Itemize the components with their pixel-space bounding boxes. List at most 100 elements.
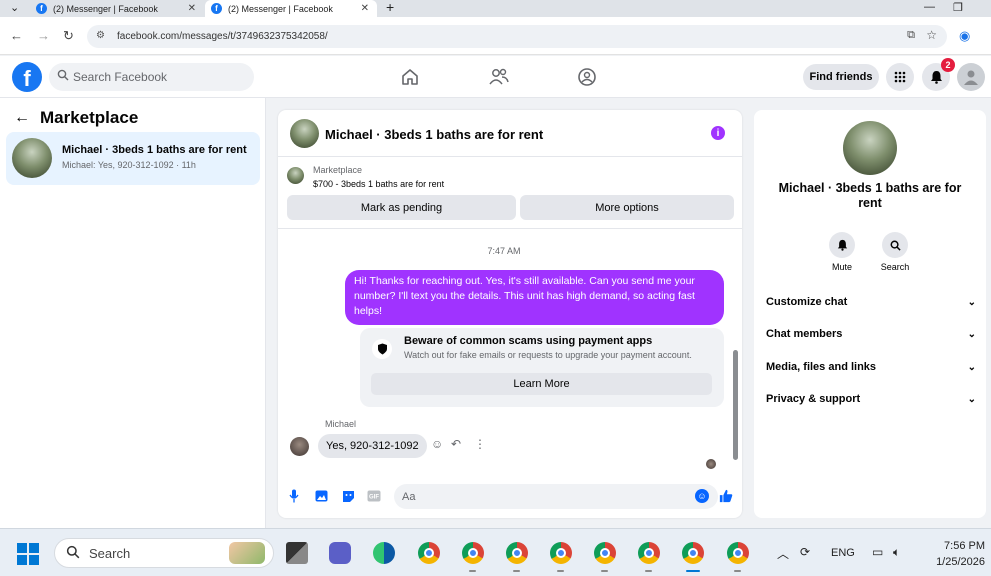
chat-scrollbar[interactable] — [733, 350, 738, 460]
facebook-logo[interactable]: f — [12, 62, 42, 92]
search-facebook-input[interactable]: Search Facebook — [49, 63, 254, 91]
facebook-logo-letter: f — [23, 66, 31, 91]
more-options-button[interactable]: More options — [520, 195, 734, 220]
message-input-placeholder: Aa — [402, 490, 416, 503]
close-tab-icon[interactable]: ✕ — [361, 3, 369, 14]
customize-chat-row[interactable]: Customize chat ⌄ — [766, 296, 976, 308]
section-label: Chat members — [766, 328, 843, 340]
chrome-profile-icon[interactable] — [550, 542, 572, 564]
chat-details-panel: Michael · 3beds 1 baths are for rent Mut… — [754, 110, 986, 518]
reply-icon[interactable]: ↶ — [451, 437, 461, 451]
search-in-chat-button[interactable]: Search — [870, 232, 920, 272]
browser-tab-2[interactable]: f (2) Messenger | Facebook ✕ — [205, 0, 377, 17]
forward-arrow-icon[interactable]: → — [37, 28, 50, 43]
chrome-profile-icon[interactable] — [638, 542, 660, 564]
input-language[interactable]: ENG — [831, 547, 855, 559]
message-thread[interactable]: 7:47 AM Hi! Thanks for reaching out. Yes… — [278, 228, 742, 474]
chrome-profile-icon[interactable] — [727, 542, 749, 564]
conversation-list-item[interactable]: Michael · 3beds 1 baths are for rent Mic… — [6, 132, 260, 185]
browser-tab-1[interactable]: f (2) Messenger | Facebook ✕ — [30, 0, 204, 17]
listing-thumbnail-small[interactable] — [287, 167, 304, 184]
marketplace-chats-panel: ← Marketplace Michael · 3beds 1 baths ar… — [0, 98, 266, 528]
react-emoji-icon[interactable]: ☺ — [431, 437, 443, 451]
restore-icon[interactable]: ❐ — [953, 1, 963, 14]
menu-grid-icon[interactable] — [886, 63, 914, 91]
bell-icon — [829, 232, 855, 258]
task-view-icon[interactable] — [286, 542, 308, 564]
section-label: Customize chat — [766, 296, 848, 308]
scam-warning-subtitle: Watch out for fake emails or requests to… — [404, 350, 692, 360]
url-field[interactable]: ⚙ facebook.com/messages/t/37496323753420… — [87, 25, 947, 48]
chrome-profile-icon[interactable] — [462, 542, 484, 564]
emoji-icon[interactable]: ☺ — [695, 489, 709, 503]
taskbar-search-box[interactable]: Search — [54, 538, 274, 568]
groups-icon[interactable] — [575, 65, 599, 89]
bookmark-star-icon[interactable]: ☆ — [926, 28, 937, 42]
search-placeholder: Search Facebook — [73, 70, 168, 84]
chrome-profile-icon[interactable] — [594, 542, 616, 564]
new-tab-icon[interactable]: + — [386, 0, 394, 15]
listing-thumbnail — [12, 138, 52, 178]
find-friends-button[interactable]: Find friends — [803, 64, 879, 90]
install-app-icon[interactable]: ⧉ — [907, 29, 915, 42]
tab-list-chevron-icon[interactable]: ⌄ — [10, 1, 19, 14]
microphone-icon[interactable] — [287, 489, 301, 503]
sender-name: Michael — [325, 419, 357, 429]
info-icon[interactable]: i — [711, 126, 725, 140]
thumbs-up-icon[interactable] — [719, 489, 733, 503]
sync-icon[interactable]: ⟳ — [800, 545, 810, 559]
learn-more-button[interactable]: Learn More — [371, 373, 712, 395]
close-tab-icon[interactable]: ✕ — [188, 3, 196, 14]
facebook-header: f Search Facebook Find friends 2 — [0, 56, 991, 98]
search-icon — [66, 545, 80, 562]
scam-warning-card: Beware of common scams using payment app… — [360, 328, 724, 407]
outgoing-message-bubble[interactable]: Hi! Thanks for reaching out. Yes, it's s… — [345, 270, 724, 325]
incoming-message-bubble[interactable]: Yes, 920-312-1092 — [318, 434, 427, 458]
reload-icon[interactable]: ↻ — [63, 28, 74, 44]
scam-warning-title: Beware of common scams using payment app… — [404, 335, 653, 347]
chrome-profile-icon[interactable] — [506, 542, 528, 564]
svg-text:GIF: GIF — [369, 495, 379, 501]
minimize-icon[interactable]: — — [924, 1, 935, 13]
tray-overflow-chevron-icon[interactable]: ︿ — [777, 545, 789, 562]
media-files-links-row[interactable]: Media, files and links ⌄ — [766, 361, 976, 373]
chat-members-row[interactable]: Chat members ⌄ — [766, 328, 976, 340]
profile-icon[interactable]: ◉ — [959, 28, 970, 44]
section-label: Media, files and links — [766, 361, 877, 373]
listing-thumbnail[interactable] — [290, 119, 319, 148]
chat-title[interactable]: Michael · 3beds 1 baths are for rent — [325, 127, 543, 142]
listing-photo[interactable] — [843, 121, 897, 175]
site-info-icon[interactable]: ⚙ — [96, 30, 105, 41]
mark-as-pending-button[interactable]: Mark as pending — [287, 195, 516, 220]
chat-panel: Michael · 3beds 1 baths are for rent i M… — [278, 110, 742, 518]
browser-tab-strip: ⌄ f (2) Messenger | Facebook ✕ f (2) Mes… — [0, 0, 991, 17]
listing-price-title[interactable]: $700 - 3beds 1 baths are for rent — [313, 179, 444, 189]
network-icon[interactable]: ▭ — [872, 545, 883, 559]
home-icon[interactable] — [398, 65, 422, 89]
teams-meet-icon[interactable] — [329, 542, 351, 564]
back-arrow-icon[interactable]: ← — [10, 28, 23, 43]
search-label: Search — [880, 262, 910, 272]
sticker-icon[interactable] — [341, 489, 355, 503]
search-highlight-icon — [229, 542, 265, 564]
message-input[interactable]: Aa ☺ — [394, 484, 718, 509]
windows-taskbar: Search ︿ ⟳ ENG ▭ 🔈︎ 7:56 PM 1/25/2026 — [0, 528, 991, 576]
system-clock[interactable]: 7:56 PM 1/25/2026 — [919, 538, 985, 570]
chrome-profile-icon-active[interactable] — [682, 542, 704, 564]
friends-icon[interactable] — [487, 65, 511, 89]
chrome-icon[interactable] — [418, 542, 440, 564]
gif-icon[interactable]: GIF — [367, 489, 381, 503]
seen-receipt-avatar — [706, 459, 716, 469]
sender-avatar[interactable] — [290, 437, 309, 456]
privacy-support-row[interactable]: Privacy & support ⌄ — [766, 393, 976, 405]
back-arrow-icon[interactable]: ← — [14, 109, 30, 127]
photo-icon[interactable] — [314, 489, 328, 503]
windows-start-icon[interactable] — [17, 543, 39, 565]
panel-title: ← Marketplace — [14, 108, 138, 128]
more-actions-icon[interactable]: ⋮ — [474, 437, 486, 451]
edge-icon[interactable] — [373, 542, 395, 564]
account-avatar[interactable] — [957, 63, 985, 91]
volume-icon[interactable]: 🔈︎ — [893, 545, 900, 560]
mute-button[interactable]: Mute — [817, 232, 867, 272]
section-label: Privacy & support — [766, 393, 861, 405]
